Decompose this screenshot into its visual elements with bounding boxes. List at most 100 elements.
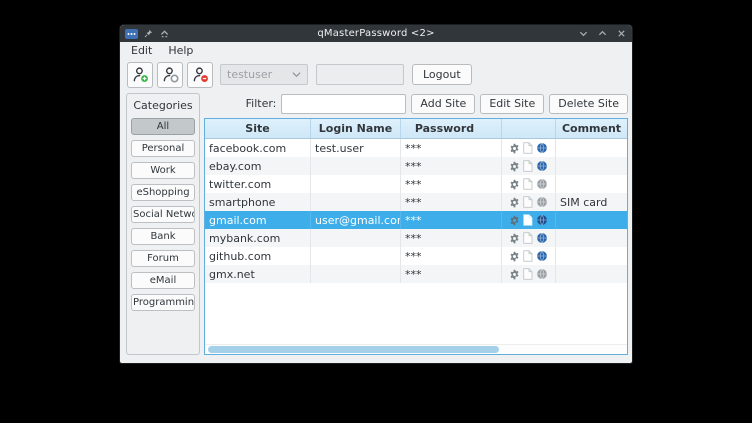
table-row[interactable]: gmx.net *** bbox=[205, 265, 627, 283]
edit-user-button[interactable] bbox=[157, 62, 183, 88]
table-row[interactable]: ebay.com *** bbox=[205, 157, 627, 175]
copy-password-icon[interactable] bbox=[522, 196, 533, 208]
site-cell: smartphone bbox=[205, 193, 311, 211]
logout-button[interactable]: Logout bbox=[412, 64, 472, 85]
open-url-icon[interactable] bbox=[536, 160, 548, 172]
column-header-site[interactable]: Site bbox=[205, 119, 311, 138]
login-cell bbox=[311, 229, 401, 247]
table-row[interactable]: mybank.com *** bbox=[205, 229, 627, 247]
add-user-button[interactable] bbox=[127, 62, 153, 88]
menu-edit[interactable]: Edit bbox=[124, 43, 159, 58]
table-row[interactable]: twitter.com *** bbox=[205, 175, 627, 193]
settings-icon[interactable] bbox=[509, 179, 520, 190]
site-cell: gmail.com bbox=[205, 211, 311, 229]
category-bank[interactable]: Bank bbox=[131, 228, 195, 245]
login-cell bbox=[311, 157, 401, 175]
table-row[interactable]: github.com *** bbox=[205, 247, 627, 265]
category-email[interactable]: eMail bbox=[131, 272, 195, 289]
copy-password-icon[interactable] bbox=[522, 178, 533, 190]
menubar: Edit Help bbox=[120, 42, 632, 59]
filter-input[interactable] bbox=[281, 94, 406, 114]
user-select[interactable]: testuser bbox=[220, 64, 308, 85]
login-cell bbox=[311, 247, 401, 265]
edit-site-button[interactable]: Edit Site bbox=[480, 94, 544, 114]
close-icon[interactable] bbox=[616, 28, 627, 39]
site-cell: mybank.com bbox=[205, 229, 311, 247]
titlebar: qMasterPassword <2> bbox=[120, 25, 632, 42]
password-cell: *** bbox=[401, 265, 502, 283]
column-header-actions[interactable] bbox=[502, 119, 556, 138]
app-icon bbox=[125, 29, 138, 39]
password-cell: *** bbox=[401, 211, 502, 229]
open-url-icon[interactable] bbox=[536, 196, 548, 208]
category-social-networks[interactable]: Social Networks bbox=[131, 206, 195, 223]
maximize-icon[interactable] bbox=[597, 28, 608, 39]
password-cell: *** bbox=[401, 157, 502, 175]
copy-password-icon[interactable] bbox=[522, 160, 533, 172]
settings-icon[interactable] bbox=[509, 251, 520, 262]
open-url-icon[interactable] bbox=[536, 142, 548, 154]
open-url-icon[interactable] bbox=[536, 214, 548, 226]
password-cell: *** bbox=[401, 229, 502, 247]
column-header-password[interactable]: Password bbox=[401, 119, 502, 138]
open-url-icon[interactable] bbox=[536, 178, 548, 190]
window-title: qMasterPassword <2> bbox=[215, 28, 537, 39]
site-cell: twitter.com bbox=[205, 175, 311, 193]
delete-site-button[interactable]: Delete Site bbox=[549, 94, 628, 114]
user-select-value: testuser bbox=[227, 68, 292, 81]
category-forum[interactable]: Forum bbox=[131, 250, 195, 267]
delete-user-button[interactable] bbox=[187, 62, 213, 88]
keep-above-icon[interactable] bbox=[159, 28, 170, 39]
settings-icon[interactable] bbox=[509, 161, 520, 172]
comment-cell bbox=[556, 139, 627, 157]
scrollbar-thumb[interactable] bbox=[208, 346, 499, 353]
category-work[interactable]: Work bbox=[131, 162, 195, 179]
table-row[interactable]: gmail.com user@gmail.com *** bbox=[205, 211, 627, 229]
table-body: facebook.com test.user *** ebay.com bbox=[205, 139, 627, 344]
master-password-input[interactable] bbox=[316, 64, 404, 85]
open-url-icon[interactable] bbox=[536, 232, 548, 244]
add-site-button[interactable]: Add Site bbox=[411, 94, 475, 114]
copy-password-icon[interactable] bbox=[522, 250, 533, 262]
comment-cell bbox=[556, 175, 627, 193]
sort-indicator-icon bbox=[478, 122, 487, 135]
sites-table: Site Login Name Password Comment faceboo… bbox=[204, 118, 628, 355]
column-header-login-name[interactable]: Login Name bbox=[311, 119, 401, 138]
category-all[interactable]: All bbox=[131, 118, 195, 135]
category-personal[interactable]: Personal bbox=[131, 140, 195, 157]
login-cell: user@gmail.com bbox=[311, 211, 401, 229]
table-row[interactable]: facebook.com test.user *** bbox=[205, 139, 627, 157]
horizontal-scrollbar[interactable] bbox=[205, 344, 627, 354]
settings-icon[interactable] bbox=[509, 233, 520, 244]
site-cell: github.com bbox=[205, 247, 311, 265]
add-user-icon bbox=[132, 66, 149, 83]
open-url-icon[interactable] bbox=[536, 250, 548, 262]
settings-icon[interactable] bbox=[509, 197, 520, 208]
table-header: Site Login Name Password Comment bbox=[205, 119, 627, 139]
login-cell: test.user bbox=[311, 139, 401, 157]
table-row[interactable]: smartphone *** SIM card bbox=[205, 193, 627, 211]
copy-password-icon[interactable] bbox=[522, 232, 533, 244]
app-window: qMasterPassword <2> Edit Help bbox=[120, 25, 632, 363]
comment-cell bbox=[556, 265, 627, 283]
login-cell bbox=[311, 265, 401, 283]
category-programming[interactable]: Programming bbox=[131, 294, 195, 311]
chevron-down-icon bbox=[292, 68, 301, 81]
settings-icon[interactable] bbox=[509, 143, 520, 154]
categories-panel: Categories All Personal Work eShopping S… bbox=[126, 93, 200, 355]
copy-password-icon[interactable] bbox=[522, 268, 533, 280]
password-cell: *** bbox=[401, 139, 502, 157]
category-eshopping[interactable]: eShopping bbox=[131, 184, 195, 201]
copy-password-icon[interactable] bbox=[522, 142, 533, 154]
settings-icon[interactable] bbox=[509, 269, 520, 280]
login-cell bbox=[311, 175, 401, 193]
menu-help[interactable]: Help bbox=[161, 43, 200, 58]
column-header-comment[interactable]: Comment bbox=[556, 119, 627, 138]
minimize-icon[interactable] bbox=[578, 28, 589, 39]
settings-icon[interactable] bbox=[509, 215, 520, 226]
comment-cell bbox=[556, 211, 627, 229]
pin-icon[interactable] bbox=[143, 28, 154, 39]
edit-user-icon bbox=[162, 66, 179, 83]
copy-password-icon[interactable] bbox=[522, 214, 533, 226]
open-url-icon[interactable] bbox=[536, 268, 548, 280]
